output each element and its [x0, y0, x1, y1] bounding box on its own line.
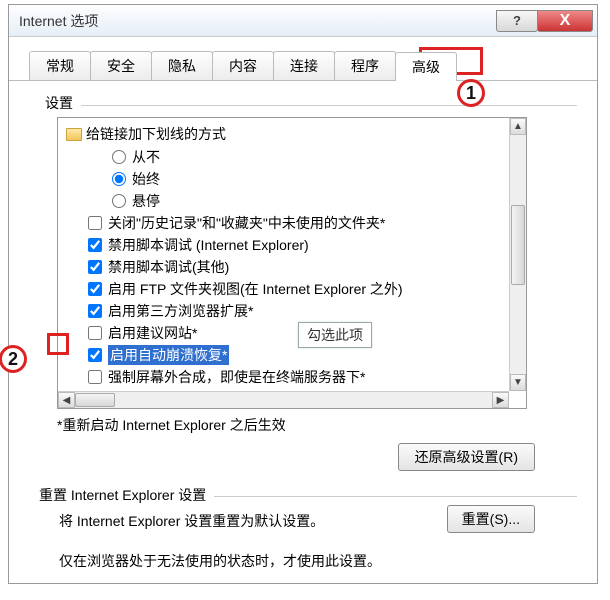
- check-force-offscreen-row[interactable]: 强制屏幕外合成，即使是在终端服务器下*: [64, 366, 524, 388]
- radio-always-label: 始终: [132, 169, 160, 189]
- reset-description: 将 Internet Explorer 设置重置为默认设置。: [59, 511, 447, 531]
- radio-always-row[interactable]: 始终: [64, 168, 524, 190]
- tooltip-check-this: 勾选此项: [298, 322, 372, 348]
- radio-never-row[interactable]: 从不: [64, 146, 524, 168]
- reset-group-label: 重置 Internet Explorer 设置: [39, 485, 206, 505]
- radio-never-label: 从不: [132, 147, 160, 167]
- check-ftp-folder-view[interactable]: [88, 282, 102, 296]
- settings-group: 设置 给链接加下划线的方式 从不 始终: [39, 93, 577, 471]
- tab-advanced[interactable]: 高级: [395, 52, 457, 81]
- tree-root-underline: 给链接加下划线的方式: [64, 122, 524, 146]
- reset-warning-note: 仅在浏览器处于无法使用的状态时，才使用此设置。: [59, 551, 577, 571]
- radio-hover-label: 悬停: [132, 191, 160, 211]
- check-disable-script-other-label: 禁用脚本调试(其他): [108, 257, 229, 277]
- scroll-right-icon[interactable]: ▶: [492, 392, 509, 408]
- folder-icon: [66, 128, 82, 141]
- titlebar: Internet 选项 ? X: [9, 5, 597, 37]
- dialog-window: Internet 选项 ? X 常规 安全 隐私 内容 连接 程序 高级 1 设…: [8, 4, 598, 584]
- check-close-folders-row[interactable]: 关闭"历史记录"和"收藏夹"中未使用的文件夹*: [64, 212, 524, 234]
- check-force-offscreen[interactable]: [88, 370, 102, 384]
- check-disable-script-ie-label: 禁用脚本调试 (Internet Explorer): [108, 235, 309, 255]
- check-third-party-ext[interactable]: [88, 304, 102, 318]
- check-ftp-folder-view-label: 启用 FTP 文件夹视图(在 Internet Explorer 之外): [108, 279, 403, 299]
- tab-strip: 常规 安全 隐私 内容 连接 程序 高级 1: [9, 37, 597, 81]
- hscroll-track[interactable]: [75, 392, 492, 408]
- check-third-party-ext-row[interactable]: 启用第三方浏览器扩展*: [64, 300, 524, 322]
- tree-root-label: 给链接加下划线的方式: [86, 124, 226, 144]
- tab-privacy[interactable]: 隐私: [151, 51, 213, 80]
- scroll-up-icon[interactable]: ▲: [510, 118, 526, 135]
- hscroll-thumb[interactable]: [75, 393, 115, 407]
- check-disable-script-other-row[interactable]: 禁用脚本调试(其他): [64, 256, 524, 278]
- horizontal-scrollbar[interactable]: ◀ ▶: [58, 391, 509, 408]
- check-suggested-sites-label: 启用建议网站*: [108, 323, 197, 343]
- restore-advanced-button[interactable]: 还原高级设置(R): [398, 443, 535, 471]
- scroll-down-icon[interactable]: ▼: [510, 374, 526, 391]
- tab-programs[interactable]: 程序: [334, 51, 396, 80]
- close-button[interactable]: X: [537, 10, 593, 32]
- check-close-folders[interactable]: [88, 216, 102, 230]
- tab-security[interactable]: 安全: [90, 51, 152, 80]
- radio-hover-row[interactable]: 悬停: [64, 190, 524, 212]
- settings-listbox: 给链接加下划线的方式 从不 始终 悬停: [57, 117, 527, 409]
- check-disable-script-ie-row[interactable]: 禁用脚本调试 (Internet Explorer): [64, 234, 524, 256]
- check-disable-script-ie[interactable]: [88, 238, 102, 252]
- radio-hover[interactable]: [112, 194, 126, 208]
- help-button[interactable]: ?: [496, 10, 538, 32]
- vscroll-track[interactable]: [510, 135, 526, 374]
- reset-button[interactable]: 重置(S)...: [447, 505, 535, 533]
- check-auto-crash-recovery[interactable]: [88, 348, 102, 362]
- window-buttons: ? X: [497, 10, 593, 32]
- tab-general[interactable]: 常规: [29, 51, 91, 80]
- check-third-party-ext-label: 启用第三方浏览器扩展*: [108, 301, 253, 321]
- scroll-left-icon[interactable]: ◀: [58, 392, 75, 408]
- check-auto-crash-recovery-row[interactable]: 启用自动崩溃恢复*: [64, 344, 524, 366]
- check-ftp-folder-view-row[interactable]: 启用 FTP 文件夹视图(在 Internet Explorer 之外): [64, 278, 524, 300]
- annotation-2: 2: [0, 345, 27, 373]
- radio-never[interactable]: [112, 150, 126, 164]
- check-suggested-sites-row[interactable]: 启用建议网站*: [64, 322, 524, 344]
- settings-restart-note: *重新启动 Internet Explorer 之后生效: [57, 415, 577, 435]
- check-force-offscreen-label: 强制屏幕外合成，即使是在终端服务器下*: [108, 367, 365, 387]
- annotation-1: 1: [457, 79, 485, 107]
- reset-group: 重置 Internet Explorer 设置 将 Internet Explo…: [39, 485, 577, 571]
- tab-connections[interactable]: 连接: [273, 51, 335, 80]
- vertical-scrollbar[interactable]: ▲ ▼: [509, 118, 526, 391]
- tab-content[interactable]: 内容: [212, 51, 274, 80]
- window-title: Internet 选项: [19, 11, 497, 31]
- radio-always[interactable]: [112, 172, 126, 186]
- check-disable-script-other[interactable]: [88, 260, 102, 274]
- check-suggested-sites[interactable]: [88, 326, 102, 340]
- settings-list-inner: 给链接加下划线的方式 从不 始终 悬停: [58, 118, 526, 409]
- check-auto-crash-recovery-label: 启用自动崩溃恢复*: [108, 345, 229, 365]
- check-close-folders-label: 关闭"历史记录"和"收藏夹"中未使用的文件夹*: [108, 213, 385, 233]
- vscroll-thumb[interactable]: [511, 205, 525, 285]
- tab-content-area: 设置 给链接加下划线的方式 从不 始终: [9, 81, 597, 583]
- settings-group-label: 设置: [39, 93, 73, 113]
